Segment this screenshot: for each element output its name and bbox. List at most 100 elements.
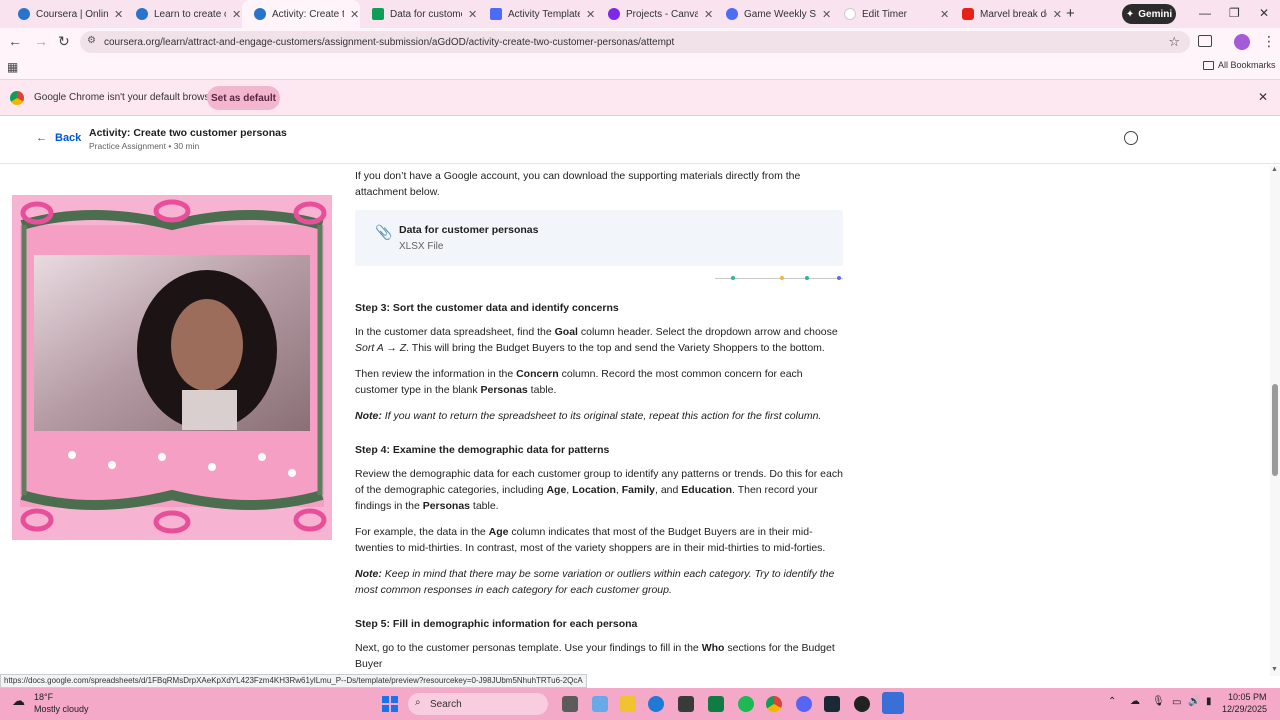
bookmark-star-icon[interactable]: ☆ (1168, 34, 1180, 50)
apps-grid-icon[interactable]: ▦ (7, 60, 18, 74)
tab-youtube[interactable]: Marvel break down ✕ (950, 0, 1062, 28)
windows-taskbar (0, 688, 1280, 720)
tab-game[interactable]: Game Weekly Sche ✕ (714, 0, 832, 28)
close-icon[interactable]: ✕ (704, 8, 713, 21)
windows-start-icon[interactable] (382, 696, 398, 712)
tab-template[interactable]: Activity Template: C ✕ (478, 0, 596, 28)
weather-icon[interactable]: ☁ (12, 693, 25, 709)
obs-icon[interactable] (854, 696, 870, 712)
text: Next, go to the customer personas templa… (355, 642, 702, 654)
search-label: Search (430, 698, 462, 710)
cloud-icon[interactable]: ☁ (1130, 696, 1140, 707)
close-icon[interactable]: ✕ (1053, 8, 1062, 21)
text: column header. Select the dropdown arrow… (577, 326, 838, 338)
tab-title: Coursera | Online C (36, 8, 108, 20)
scroll-down-icon[interactable]: ▼ (1271, 666, 1278, 673)
tab-title: Data for customer p (390, 8, 462, 20)
new-tab-button[interactable]: + (1066, 5, 1075, 22)
edge-icon[interactable] (648, 696, 664, 712)
forward-arrow-icon[interactable]: → (34, 33, 48, 49)
mic-icon[interactable]: 🎙 (1152, 696, 1165, 707)
tab-coursera[interactable]: Coursera | Online C ✕ (6, 0, 124, 28)
all-bookmarks-label: All Bookmarks (1218, 60, 1276, 70)
tab-activity[interactable]: Activity: Create two ✕ (242, 0, 360, 28)
infobar-close-icon[interactable]: ✕ (1258, 90, 1268, 104)
close-icon[interactable]: ✕ (468, 8, 477, 21)
file-explorer-icon[interactable] (620, 696, 636, 712)
close-icon[interactable]: ✕ (822, 8, 831, 21)
tab-timer[interactable]: Edit Timer ✕ (832, 0, 950, 28)
tab-title: Game Weekly Sche (744, 8, 816, 20)
cast-icon[interactable] (1198, 35, 1212, 47)
bold-text: Concern (516, 368, 559, 380)
close-icon[interactable]: ✕ (350, 8, 359, 21)
streaming-app-icon[interactable] (882, 692, 904, 714)
set-as-default-button[interactable]: Set as default (207, 86, 280, 110)
tab-learn[interactable]: Learn to create cust ✕ (124, 0, 242, 28)
close-icon[interactable]: ✕ (586, 8, 595, 21)
network-icon[interactable]: ▭ (1172, 697, 1181, 708)
back-arrow-icon[interactable]: ← (8, 33, 22, 49)
clock-date[interactable]: 12/29/2025 (1222, 704, 1267, 714)
window-close-icon[interactable]: ✕ (1259, 6, 1269, 20)
paperclip-icon: 📎 (375, 224, 393, 240)
close-icon[interactable]: ✕ (232, 8, 241, 21)
language-globe-icon[interactable] (1124, 131, 1138, 145)
scroll-up-icon[interactable]: ▲ (1271, 166, 1278, 173)
clock-time[interactable]: 10:05 PM (1228, 692, 1267, 702)
store-icon[interactable] (678, 696, 694, 712)
note-2: Note: Keep in mind that there may be som… (355, 566, 847, 598)
intro-paragraph: If you don’t have a Google account, you … (355, 168, 847, 200)
restore-icon[interactable]: ❐ (1229, 6, 1240, 20)
tab-canva[interactable]: Projects - Canva ✕ (596, 0, 714, 28)
step4-paragraph-2: For example, the data in the Age column … (355, 524, 847, 556)
weather-desc[interactable]: Mostly cloudy (34, 704, 89, 714)
tab-title: Learn to create cust (154, 8, 226, 20)
dot (805, 276, 809, 280)
close-icon[interactable]: ✕ (940, 8, 949, 21)
tab-title: Edit Timer (862, 8, 908, 20)
xbox-icon[interactable] (708, 696, 724, 712)
bold-text: Location (572, 484, 616, 496)
widgets-icon[interactable] (592, 696, 608, 712)
spotify-icon[interactable] (738, 696, 754, 712)
reload-icon[interactable]: ↻ (58, 33, 70, 50)
step4-heading: Step 4: Examine the demographic data for… (355, 444, 610, 456)
avatar[interactable] (1234, 34, 1250, 50)
intro-text: If you don’t have a Google account, you … (355, 170, 801, 198)
volume-icon[interactable]: 🔊 (1188, 696, 1200, 707)
youtube-icon (962, 8, 974, 20)
weather-temp[interactable]: 18°F (34, 692, 53, 702)
minimize-icon[interactable]: — (1199, 6, 1211, 20)
gemini-button[interactable]: ✦ Gemini (1122, 4, 1176, 24)
infobar-message: Google Chrome isn't your default browser (34, 92, 219, 103)
scrollbar-track[interactable]: ▲ ▼ (1270, 166, 1280, 676)
dot (731, 276, 735, 280)
more-menu-icon[interactable]: ⋮ (1262, 33, 1276, 50)
text: Then review the information in the (355, 368, 517, 380)
tab-title: Marvel break down (980, 8, 1047, 20)
site-info-icon[interactable]: ⚙ (87, 35, 96, 46)
attachment-title[interactable]: Data for customer personas (399, 222, 538, 238)
all-bookmarks-button[interactable]: All Bookmarks (1203, 60, 1276, 70)
steam-icon[interactable] (824, 696, 840, 712)
tray-chevron-icon[interactable]: ⌃ (1108, 696, 1116, 707)
back-button[interactable]: ← Back (36, 132, 81, 144)
address-bar[interactable]: ⚙ coursera.org/learn/attract-and-engage-… (80, 31, 1190, 53)
scrollbar-thumb[interactable] (1272, 384, 1278, 476)
attachment-type: XLSX File (399, 241, 444, 252)
taskbar-search[interactable]: ⌕ Search (408, 693, 548, 715)
coursera-icon (136, 8, 148, 20)
text: In the customer data spreadsheet, find t… (355, 326, 555, 338)
battery-icon[interactable]: ▮ (1206, 696, 1212, 707)
page-subtitle: Practice Assignment • 30 min (89, 141, 200, 151)
chrome-taskbar-icon[interactable] (766, 696, 782, 712)
discord-icon[interactable] (796, 696, 812, 712)
close-icon[interactable]: ✕ (114, 8, 123, 21)
folder-icon (1203, 60, 1214, 70)
attachment-card[interactable]: 📎 Data for customer personas XLSX File (355, 210, 843, 266)
task-view-icon[interactable] (562, 696, 578, 712)
timer-icon (844, 8, 856, 20)
tab-title: Projects - Canva (626, 8, 698, 20)
tab-sheets[interactable]: Data for customer p ✕ (360, 0, 478, 28)
